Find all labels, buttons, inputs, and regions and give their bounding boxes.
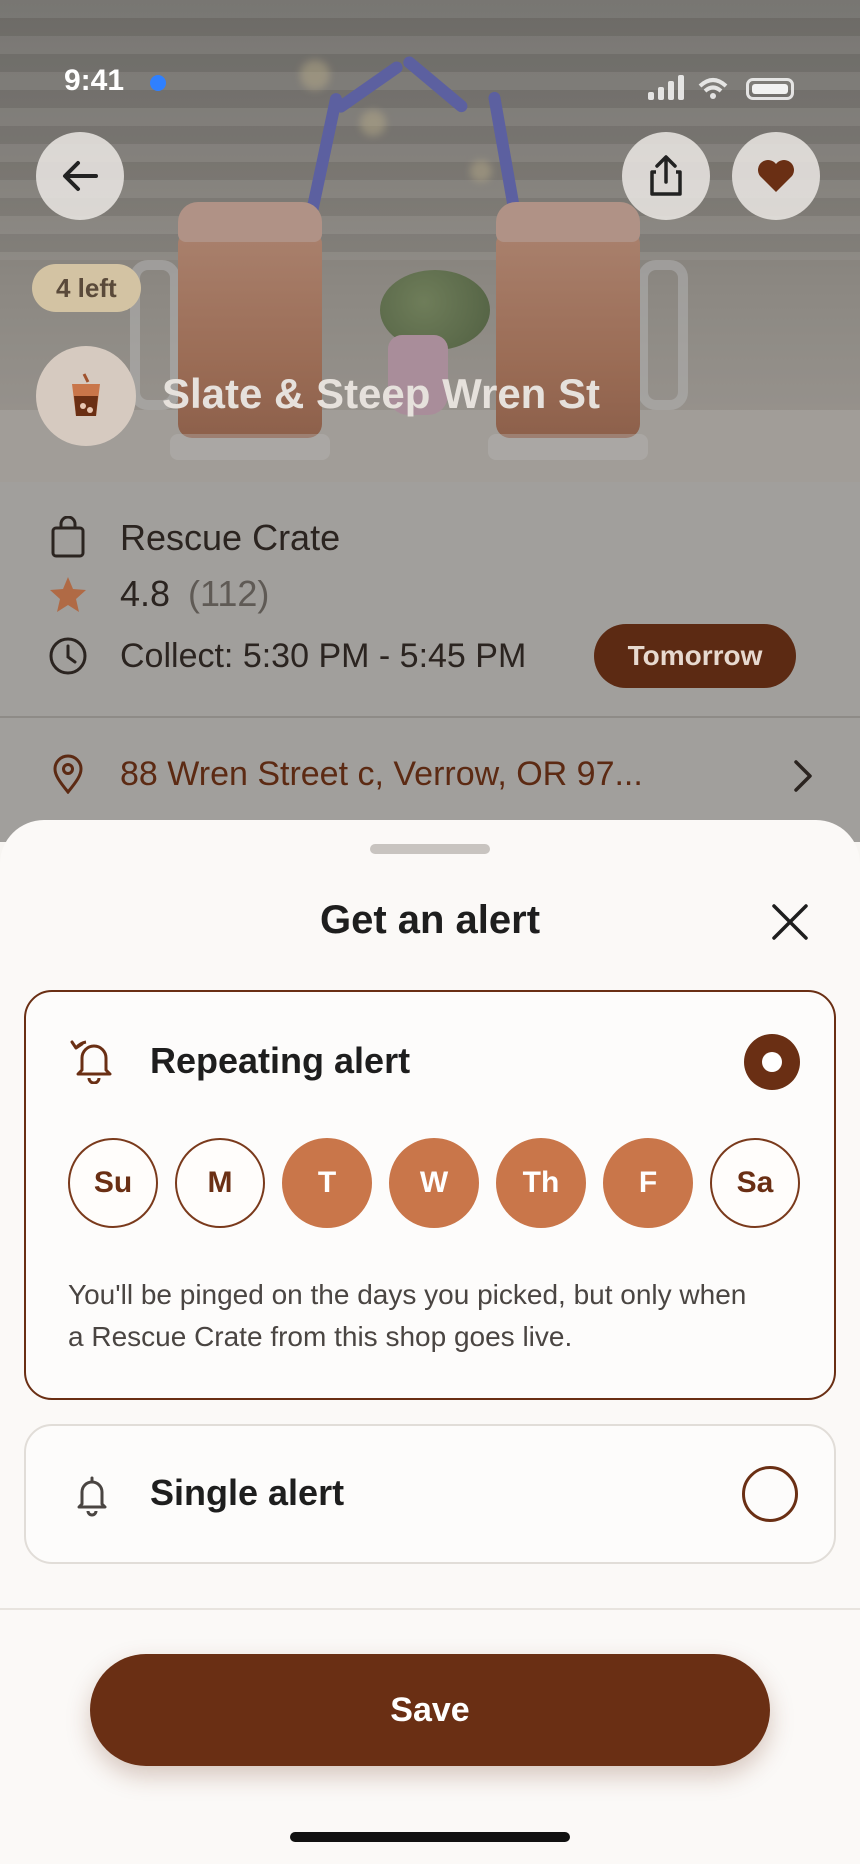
alert-sheet: Get an alert Repeating alert Su M T W Th… [0,820,860,1864]
close-button[interactable] [768,900,812,944]
product-name: Rescue Crate [120,517,341,558]
address-text: 88 Wren Street c, Verrow, OR 97... [120,754,643,793]
day-w-toggle[interactable]: W [389,1138,479,1228]
favorite-button[interactable] [732,132,820,220]
back-button[interactable] [36,132,124,220]
back-arrow-icon [63,161,98,191]
single-alert-label: Single alert [150,1472,345,1513]
shop-logo[interactable] [36,346,136,446]
single-alert-radio[interactable] [742,1466,798,1522]
collect-row: Collect: 5:30 PM - 5:45 PM [46,634,526,678]
star-icon [46,572,90,616]
status-time: 9:41 [64,64,125,97]
clock-icon [46,634,90,678]
day-su-toggle[interactable]: Su [68,1138,158,1228]
single-alert-option[interactable]: Single alert [24,1424,836,1564]
repeating-alert-description: You'll be pinged on the days you picked,… [68,1279,747,1352]
home-indicator [290,1832,570,1842]
repeating-alert-radio[interactable] [744,1034,800,1090]
day-m-toggle[interactable]: M [175,1138,265,1228]
sheet-title: Get an alert [319,898,541,942]
rating-value: 4.8 [120,573,171,614]
day-picker: Su M T W Th F Sa [68,1138,800,1228]
shop-name: Slate & Steep Wren St [162,370,601,417]
share-button[interactable] [622,132,710,220]
save-button[interactable]: Save [90,1654,770,1766]
heart-icon [758,160,794,192]
sheet-grabber[interactable] [370,844,490,854]
close-icon [772,904,808,940]
collect-time: Collect: 5:30 PM - 5:45 PM [120,636,527,675]
battery-icon [746,78,794,100]
day-f-toggle[interactable]: F [603,1138,693,1228]
day-sa-toggle[interactable]: Sa [710,1138,800,1228]
repeating-alert-option[interactable]: Repeating alert Su M T W Th F Sa You'll … [24,990,836,1400]
product-row: Rescue Crate [46,516,340,560]
bag-icon [46,516,90,560]
bell-icon [77,1476,107,1517]
rating-row: 4.8 (112) [46,572,269,616]
signal-icon [648,75,728,100]
repeating-alert-label: Repeating alert [150,1040,411,1081]
repeat-bell-icon [70,1040,112,1084]
divider [0,716,860,718]
review-count: (112) [188,573,270,614]
chevron-right-icon [794,760,812,792]
day-badge: Tomorrow [594,624,796,688]
share-icon [650,155,682,196]
stock-badge: 4 left [32,264,141,312]
address-row[interactable]: 88 Wren Street c, Verrow, OR 97... [46,752,643,796]
location-pin-icon [46,752,90,796]
status-bar: 9:41 [0,0,860,110]
day-t-toggle[interactable]: T [282,1138,372,1228]
cup-icon [72,373,100,416]
divider [0,1608,860,1610]
location-dot-icon [150,75,166,91]
day-th-toggle[interactable]: Th [496,1138,586,1228]
